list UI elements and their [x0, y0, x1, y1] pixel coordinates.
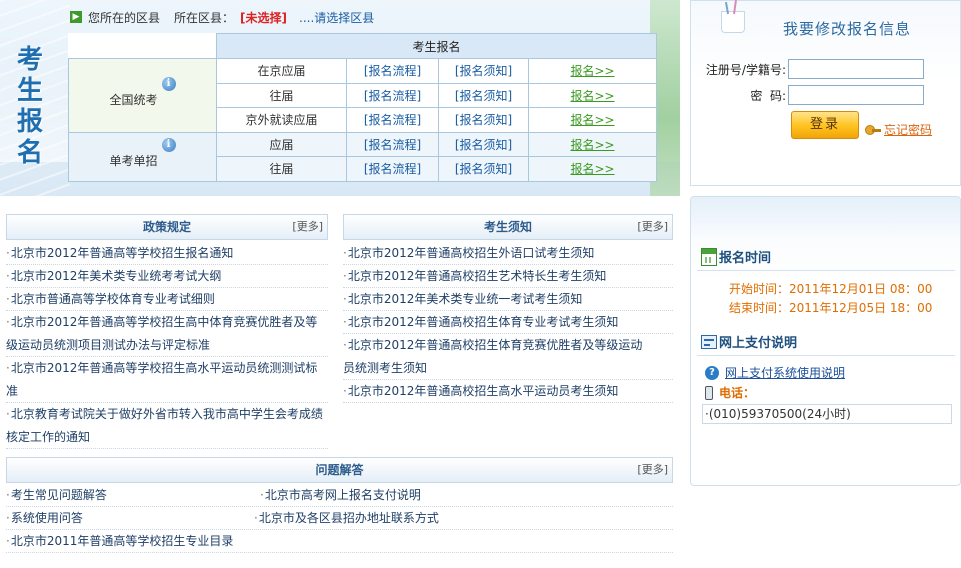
category-cell: 应届: [216, 131, 347, 157]
group-label: 全国统考: [109, 92, 158, 107]
registration-notice-link[interactable]: [报名须知]: [455, 113, 512, 127]
start-time: 开始时间：2011年12月01日 08：00: [729, 282, 933, 296]
password-row: 密 码:: [691, 84, 961, 106]
policy-panel-header: 政策规定 [更多]: [6, 214, 328, 240]
phone-icon: [705, 385, 713, 400]
password-label: 密 码:: [750, 88, 786, 103]
group-national-exam: 全国统考i: [68, 58, 217, 133]
login-panel: 我要修改报名信息 注册号/学籍号: 密 码: 登录 忘记密码: [690, 0, 961, 186]
policy-item-continued[interactable]: 核定工作的通知: [6, 426, 90, 449]
side-title-char: 生: [16, 76, 43, 106]
register-link[interactable]: 报名>>: [570, 89, 614, 103]
group-single-exam: 单考单招i: [68, 131, 217, 182]
password-input[interactable]: [788, 85, 924, 105]
registration-table-header: 考生报名: [216, 33, 657, 59]
policy-item[interactable]: 北京市普通高等学校体育专业考试细则: [6, 288, 215, 311]
registration-flow-link[interactable]: [报名流程]: [364, 113, 421, 127]
policy-item[interactable]: 北京教育考试院关于做好外省市转入我市高中学生会考成绩: [6, 403, 323, 426]
notice-item[interactable]: 北京市2012年美术类专业统一考试考生须知: [343, 288, 583, 311]
phone-row: 电话：: [705, 384, 755, 401]
policy-item[interactable]: 北京市2012年普通高等学校招生高中体育竞赛优胜者及等: [6, 311, 318, 334]
register-link[interactable]: 报名>>: [570, 64, 614, 78]
register-link[interactable]: 报名>>: [570, 138, 614, 152]
registration-flow-link[interactable]: [报名流程]: [364, 162, 421, 176]
login-title: 我要修改报名信息: [783, 20, 912, 38]
reg-no-label: 注册号/学籍号:: [705, 62, 786, 77]
login-button[interactable]: 登录: [791, 111, 859, 139]
notice-more-link[interactable]: [更多]: [637, 215, 668, 239]
policy-item-continued[interactable]: 准: [6, 380, 18, 403]
payment-icon: [701, 334, 717, 349]
faq-item[interactable]: 考生常见问题解答: [6, 484, 107, 507]
notice-item[interactable]: 北京市2012年普通高校招生外语口试考生须知: [343, 242, 595, 265]
faq-item[interactable]: 北京市高考网上报名支付说明: [260, 484, 421, 507]
district-label: 所在区县：: [174, 10, 235, 25]
forgot-password-label: 忘记密码: [884, 123, 933, 137]
help-icon: ?: [705, 365, 719, 380]
arrow-right-icon: ▶: [70, 11, 82, 23]
register-link[interactable]: 报名>>: [570, 113, 614, 127]
your-district-label: 您所在的区县: [88, 10, 161, 25]
payment-help-link[interactable]: ? 网上支付系统使用说明: [705, 364, 845, 381]
notice-item[interactable]: 北京市2012年普通高校招生艺术特长生考生须知: [343, 265, 607, 288]
select-district-link[interactable]: ....请选择区县: [299, 9, 374, 26]
phone-label: 电话：: [719, 386, 756, 400]
category-cell: 往届: [216, 82, 347, 108]
register-link[interactable]: 报名>>: [570, 162, 614, 176]
notice-item-continued[interactable]: 员统测考生须知: [343, 357, 427, 380]
registration-table: 考生报名 全国统考i 在京应届 [报名流程] [报名须知] 报名>> 往届 [报…: [68, 33, 657, 182]
side-title-char: 考: [16, 45, 43, 75]
notice-item[interactable]: 北京市2012年普通高校招生高水平运动员考生须知: [343, 380, 619, 403]
registration-notice-link[interactable]: [报名须知]: [455, 89, 512, 103]
policy-title: 政策规定: [142, 220, 191, 234]
district-bar: ▶ 您所在的区县 所在区县： [未选择] ....请选择区县: [70, 8, 374, 26]
faq-panel-header: 问题解答 [更多]: [6, 457, 673, 483]
side-title: 考 生 报 名: [10, 45, 50, 169]
forgot-password-link[interactable]: 忘记密码: [865, 121, 932, 138]
registration-flow-link[interactable]: [报名流程]: [364, 89, 421, 103]
policy-item[interactable]: 北京市2012年普通高等学校招生报名通知: [6, 242, 234, 265]
registration-notice-link[interactable]: [报名须知]: [455, 138, 512, 152]
category-cell: 往届: [216, 156, 347, 182]
policy-item-continued[interactable]: 级运动员统测项目测试办法与评定标准: [6, 334, 210, 357]
policy-item[interactable]: 北京市2012年美术类专业统考考试大纲: [6, 265, 222, 288]
payment-help-label: 网上支付系统使用说明: [725, 366, 846, 380]
phone-number: ·(010)59370500(24小时): [702, 404, 952, 424]
registration-notice-link[interactable]: [报名须知]: [455, 64, 512, 78]
reg-no-input[interactable]: [788, 59, 924, 79]
info-icon[interactable]: i: [161, 138, 176, 152]
side-title-char: 报: [16, 107, 43, 137]
faq-item[interactable]: 北京市2011年普通高等学校招生专业目录: [6, 530, 234, 553]
current-district: [未选择]: [240, 10, 288, 25]
info-panel: 报名时间 开始时间：2011年12月01日 08：00 结束时间：2011年12…: [690, 196, 961, 486]
faq-item[interactable]: 系统使用问答: [6, 507, 83, 530]
notice-item[interactable]: 北京市2012年普通高校招生体育竞赛优胜者及等级运动: [343, 334, 643, 357]
registration-flow-link[interactable]: [报名流程]: [364, 64, 421, 78]
notice-title: 考生须知: [483, 220, 532, 234]
registration-flow-link[interactable]: [报名流程]: [364, 138, 421, 152]
category-cell: 在京应届: [216, 58, 347, 84]
key-icon: [865, 123, 881, 137]
calendar-icon: [701, 247, 717, 266]
registration-time-title: 报名时间: [719, 251, 772, 266]
online-payment-heading: 网上支付说明: [701, 332, 797, 351]
faq-more-link[interactable]: [更多]: [637, 458, 668, 482]
side-title-char: 名: [16, 138, 43, 168]
faq-title: 问题解答: [315, 463, 364, 477]
pen-holder-icon: [721, 11, 745, 33]
registration-banner: 考 生 报 名 ▶ 您所在的区县 所在区县： [未选择] ....请选择区县 考…: [0, 0, 680, 196]
policy-more-link[interactable]: [更多]: [292, 215, 323, 239]
end-time: 结束时间：2011年12月05日 18：00: [729, 301, 933, 315]
reg-no-row: 注册号/学籍号:: [691, 58, 961, 80]
info-icon[interactable]: i: [161, 76, 176, 91]
notice-item[interactable]: 北京市2012年普通高校招生体育专业考试考生须知: [343, 311, 619, 334]
registration-notice-link[interactable]: [报名须知]: [455, 162, 512, 176]
category-cell: 京外就读应届: [216, 107, 347, 133]
registration-time-heading: 报名时间: [701, 247, 771, 266]
notice-panel-header: 考生须知 [更多]: [343, 214, 673, 240]
group-label: 单考单招: [109, 154, 158, 168]
faq-item[interactable]: 北京市及各区县招办地址联系方式: [254, 507, 439, 530]
policy-item[interactable]: 北京市2012年普通高等学校招生高水平运动员统测测试标: [6, 357, 318, 380]
online-payment-title: 网上支付说明: [719, 336, 798, 351]
